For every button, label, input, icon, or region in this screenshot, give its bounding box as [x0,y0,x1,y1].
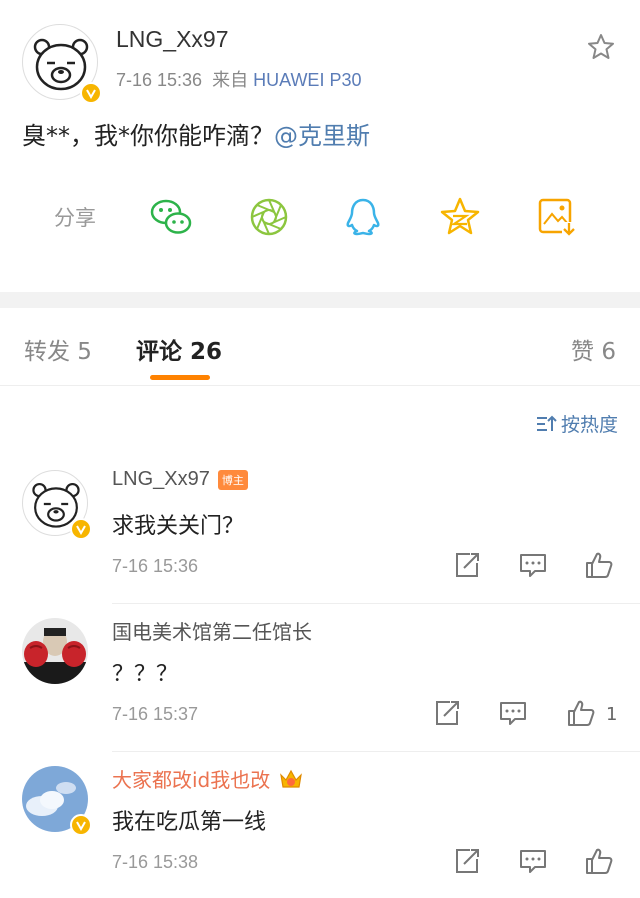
post-avatar[interactable] [22,24,102,104]
comment-time: 7-16 15:38 [112,852,199,872]
sort-by-hot-button[interactable]: 按热度 [535,410,618,437]
sort-icon [536,415,557,431]
weibo-post: LNG_Xx97 7-16 15:36 来自 HUAWEI P30 臭**，我*… [0,0,640,292]
comment-item: LNG_Xx97 博主 求我关关门？ 7-16 15:36 [0,456,640,604]
comment-author[interactable]: 国电美术馆第二任馆长 [112,616,312,645]
tab-comment[interactable]: 评论 26 [136,332,222,366]
sort-label: 按热度 [560,414,618,436]
comment-username[interactable]: 大家都改id我也改 [112,764,270,793]
vip-crown-icon [280,769,303,788]
comment-time: 7-16 15:37 [112,704,199,724]
post-text: 臭**，我*你你能咋滴？ [22,122,274,150]
comment-avatar[interactable] [22,470,92,540]
save-image-icon[interactable] [534,194,580,240]
favorite-star-icon[interactable] [586,32,616,62]
comment-item: 大家都改id我也改 我在吃瓜第一线 7-16 15:38 [0,752,640,898]
reply-icon[interactable] [498,698,528,728]
post-time: 7-16 15:36 [116,70,203,90]
comment-username[interactable]: 国电美术馆第二任馆长 [112,616,312,645]
thumbs-up-icon[interactable] [584,550,614,580]
qzone-icon[interactable] [437,194,483,240]
wechat-icon[interactable] [148,194,194,240]
comment-time: 7-16 15:36 [112,556,199,576]
post-content: 臭**，我*你你能咋滴？@克里斯 [22,116,370,151]
section-gap [0,292,640,308]
share-row: 分享 [0,190,640,246]
comment-avatar[interactable] [22,766,92,836]
tab-like[interactable]: 赞 6 [571,332,616,366]
host-tag: 博主 [217,469,248,490]
moments-icon[interactable] [246,194,292,240]
active-tab-indicator [150,375,210,380]
qq-icon[interactable] [340,194,386,240]
post-meta: 7-16 15:36 来自 HUAWEI P30 [116,66,361,92]
boxing-gloves-avatar-icon [22,618,88,684]
comment-author[interactable]: LNG_Xx97 博主 [112,468,248,491]
reply-icon[interactable] [518,846,548,876]
thumbs-up-icon[interactable] [566,698,596,728]
repost-icon[interactable] [452,846,482,876]
repost-icon[interactable] [452,550,482,580]
comment-avatar[interactable] [22,618,88,684]
post-username[interactable]: LNG_Xx97 [116,26,229,53]
tab-bar: 转发 5 评论 26 赞 6 [0,308,640,386]
comment-item: 国电美术馆第二任馆长 ？？？ 7-16 15:37 1 [0,604,640,752]
comment-text: 求我关关门？ [112,514,245,539]
reply-icon[interactable] [518,550,548,580]
thumbs-up-icon[interactable] [584,846,614,876]
share-label: 分享 [54,206,96,230]
verified-badge-icon [70,518,92,540]
like-count: 1 [606,704,618,725]
comment-username[interactable]: LNG_Xx97 [112,468,210,491]
post-mention[interactable]: @克里斯 [274,122,370,150]
comment-author[interactable]: 大家都改id我也改 [112,764,304,793]
comment-text: 我在吃瓜第一线 [112,810,267,835]
repost-icon[interactable] [432,698,462,728]
verified-badge-icon [70,814,92,836]
verified-badge-icon [80,82,102,104]
post-source[interactable]: HUAWEI P30 [253,70,361,90]
post-source-prefix: 来自 [212,70,249,90]
tab-repost[interactable]: 转发 5 [24,332,92,366]
comment-text: ？？？ [112,662,179,687]
